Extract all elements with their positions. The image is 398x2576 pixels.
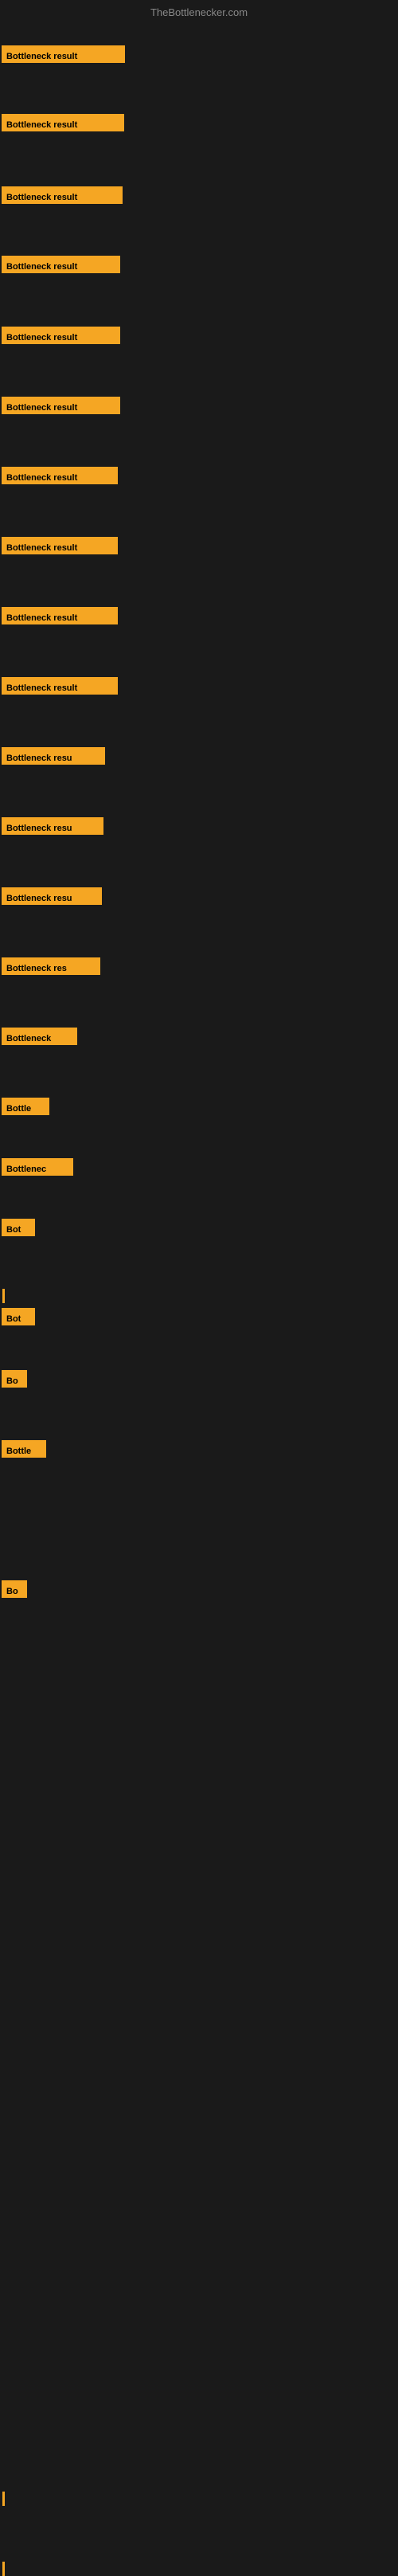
bottleneck-badge: Bottleneck result [2, 186, 123, 204]
bottleneck-badge: Bot [2, 1219, 35, 1236]
bottleneck-badge: Bo [2, 1580, 27, 1598]
bottleneck-badge: Bottleneck [2, 1028, 77, 1045]
vertical-line [2, 2562, 5, 2576]
bottleneck-badge: Bottleneck result [2, 327, 120, 344]
bottleneck-badge: Bottleneck result [2, 256, 120, 273]
vertical-line [2, 1289, 5, 1303]
bottleneck-badge: Bottleneck result [2, 537, 118, 554]
bottleneck-badge: Bottlenec [2, 1158, 73, 1176]
bottleneck-badge: Bottleneck res [2, 957, 100, 975]
bottleneck-badge: Bottleneck result [2, 45, 125, 63]
bottleneck-badge: Bottleneck result [2, 114, 124, 131]
bottleneck-badge: Bottleneck result [2, 467, 118, 484]
bottleneck-badge: Bottleneck result [2, 607, 118, 624]
bottleneck-badge: Bottleneck resu [2, 747, 105, 765]
bottleneck-badge: Bottleneck result [2, 397, 120, 414]
bottleneck-badge: Bottleneck resu [2, 817, 103, 835]
bottleneck-badge: Bot [2, 1308, 35, 1325]
vertical-line [2, 2492, 5, 2506]
bottleneck-badge: Bottle [2, 1098, 49, 1115]
site-title: TheBottlenecker.com [0, 6, 398, 18]
bottleneck-badge: Bottle [2, 1440, 46, 1458]
bottleneck-badge: Bottleneck result [2, 677, 118, 695]
bottleneck-badge: Bo [2, 1370, 27, 1388]
bottleneck-badge: Bottleneck resu [2, 887, 102, 905]
